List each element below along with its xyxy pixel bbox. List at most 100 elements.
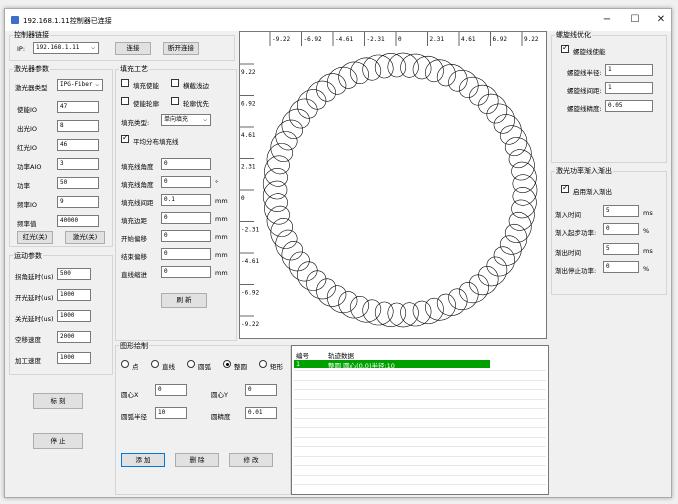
freq-value-input[interactable]: 40000 xyxy=(57,215,99,227)
ramp-out-power-input[interactable]: 0 xyxy=(603,261,639,273)
maximize-button[interactable]: ☐ xyxy=(625,13,645,27)
main-window: 192.168.1.11控制器已连接 − ☐ ✕ 控制器链接 IP: 192.1… xyxy=(4,8,672,498)
red-io-input[interactable]: 46 xyxy=(57,139,99,151)
connect-button[interactable]: 连接 xyxy=(115,42,151,55)
fill-unit: mm xyxy=(215,197,228,205)
jump-speed-input[interactable]: 2000 xyxy=(57,331,91,343)
minimize-button[interactable]: − xyxy=(597,13,617,27)
radius-input[interactable]: 10 xyxy=(155,407,187,419)
shape-radio-line[interactable] xyxy=(151,360,159,368)
table-row[interactable]: 1 整圆 圆心(0,0)半径:10 xyxy=(294,360,490,370)
laser-row-label: 使能IO xyxy=(17,106,38,114)
row-divider xyxy=(294,465,546,466)
power-row-label: 渐入起步功率: xyxy=(555,229,597,237)
output-io-input[interactable]: 8 xyxy=(57,120,99,132)
preview-canvas[interactable]: -9.22 -6.92 -4.61 -2.31 0 2.31 4.61 6.92 9.22 9.2… xyxy=(239,31,547,339)
fill-angle-input[interactable]: 0 xyxy=(161,176,211,188)
center-x-input[interactable]: 0 xyxy=(155,384,187,396)
col-id-header: 编号 xyxy=(296,352,309,360)
shape-label: 点 xyxy=(132,363,139,371)
enable-outline-checkbox[interactable] xyxy=(121,97,129,105)
top-tick-label: -9.22 xyxy=(272,36,290,43)
fill-count-input[interactable]: 0 xyxy=(161,158,211,170)
mark-button[interactable]: 标 刻 xyxy=(33,393,83,409)
row-divider xyxy=(294,398,546,400)
refresh-button[interactable]: 刷 新 xyxy=(161,293,207,308)
fill-row-label: 结束偏移 xyxy=(121,253,147,261)
off-delay-input[interactable]: 1000 xyxy=(57,310,91,322)
ip-label: IP: xyxy=(17,45,26,53)
left-tick-label: 9.22 xyxy=(241,69,256,76)
spiral-precision-input[interactable]: 0.05 xyxy=(605,100,653,112)
power-group-label: 激光功率渐入渐出 xyxy=(555,166,613,176)
mark-speed-input[interactable]: 1000 xyxy=(57,352,91,364)
delete-button[interactable]: 删 除 xyxy=(175,453,219,467)
laser-type-select[interactable]: IPG-Fiber ⌵ xyxy=(57,79,103,91)
row-divider xyxy=(294,436,546,438)
title-bar: 192.168.1.11控制器已连接 − ☐ ✕ xyxy=(5,9,671,31)
row-data: 整圆 圆心(0,0)半径:10 xyxy=(328,362,395,370)
precision-input[interactable]: 0.01 xyxy=(245,407,277,419)
shape-label: 矩形 xyxy=(270,363,283,371)
disconnect-button[interactable]: 断开连接 xyxy=(163,42,199,55)
ramp-in-power-input[interactable]: 0 xyxy=(603,223,639,235)
power-unit: ms xyxy=(643,209,653,217)
spiral-enable-checkbox[interactable] xyxy=(561,43,569,53)
shape-radio-arc[interactable] xyxy=(187,360,195,368)
on-delay-input[interactable]: 1000 xyxy=(57,289,91,301)
ip-select[interactable]: 192.168.1.11 ⌵ xyxy=(33,42,99,54)
fill-spacing-input[interactable]: 0.1 xyxy=(161,194,211,206)
outline-first-label: 轮廓优先 xyxy=(183,100,209,108)
row-id: 1 xyxy=(296,360,301,368)
shape-radio-point[interactable] xyxy=(121,360,129,368)
spiral-radius-input[interactable]: 1 xyxy=(605,64,653,76)
fill-unit: mm xyxy=(215,251,228,259)
fill-row-label: 填充边距 xyxy=(121,217,147,225)
line-indent-input[interactable]: 0 xyxy=(161,266,211,278)
fill-type-select[interactable]: 单向填充 ⌵ xyxy=(161,114,211,126)
spiral-row-label: 螺旋线半径: xyxy=(567,69,602,77)
motion-row-label: 空移速度 xyxy=(15,336,41,344)
row-divider xyxy=(294,474,546,476)
modify-button[interactable]: 修 改 xyxy=(229,453,273,467)
laser-row-label: 红光IO xyxy=(17,144,38,152)
fill-enable-checkbox[interactable] xyxy=(121,79,129,87)
fill-margin-input[interactable]: 0 xyxy=(161,212,211,224)
power-ramp-enable-checkbox[interactable] xyxy=(561,183,569,193)
power-ramp-enable-label: 启用渐入渐出 xyxy=(573,188,612,196)
center-y-input[interactable]: 0 xyxy=(245,384,277,396)
ramp-out-time-input[interactable]: 5 xyxy=(603,243,639,255)
enable-io-input[interactable]: 47 xyxy=(57,101,99,113)
outline-first-checkbox[interactable] xyxy=(171,97,179,105)
close-button[interactable]: ✕ xyxy=(651,13,671,27)
power-unit: % xyxy=(643,265,650,273)
motion-group-label: 运动参数 xyxy=(13,251,43,261)
shape-radio-circle[interactable] xyxy=(223,360,231,368)
left-tick-label: 6.92 xyxy=(241,101,256,108)
laser-row-label: 功率 xyxy=(17,182,30,190)
red-light-toggle-button[interactable]: 红光(关) xyxy=(17,231,53,244)
power-input[interactable]: 50 xyxy=(57,177,99,189)
shape-radio-rect[interactable] xyxy=(259,360,267,368)
shape-label: 直线 xyxy=(162,363,175,371)
edge-scan-checkbox[interactable] xyxy=(171,79,179,87)
start-offset-input[interactable]: 0 xyxy=(161,230,211,242)
power-aio-input[interactable]: 3 xyxy=(57,158,99,170)
spiral-spacing-input[interactable]: 1 xyxy=(605,82,653,94)
motion-row-label: 关光延时(us) xyxy=(15,315,54,323)
row-divider xyxy=(294,408,546,409)
uniform-fill-checkbox[interactable] xyxy=(121,133,129,143)
ramp-in-time-input[interactable]: 5 xyxy=(603,205,639,217)
freq-io-input[interactable]: 9 xyxy=(57,196,99,208)
fill-unit: mm xyxy=(215,215,228,223)
top-tick-label: 4.61 xyxy=(461,36,476,43)
end-offset-input[interactable]: 0 xyxy=(161,248,211,260)
laser-toggle-button[interactable]: 激光(关) xyxy=(65,231,105,244)
spiral-row-label: 螺旋线间距: xyxy=(567,87,602,95)
corner-delay-input[interactable]: 500 xyxy=(57,268,91,280)
add-button[interactable]: 添 加 xyxy=(121,453,165,467)
precision-label: 圆精度 xyxy=(211,413,231,421)
controller-group-label: 控制器链接 xyxy=(13,30,50,40)
preview-plot: -9.22 -6.92 -4.61 -2.31 0 2.31 4.61 6.92 9.22 9.2… xyxy=(240,32,539,328)
stop-button[interactable]: 停 止 xyxy=(33,433,83,449)
